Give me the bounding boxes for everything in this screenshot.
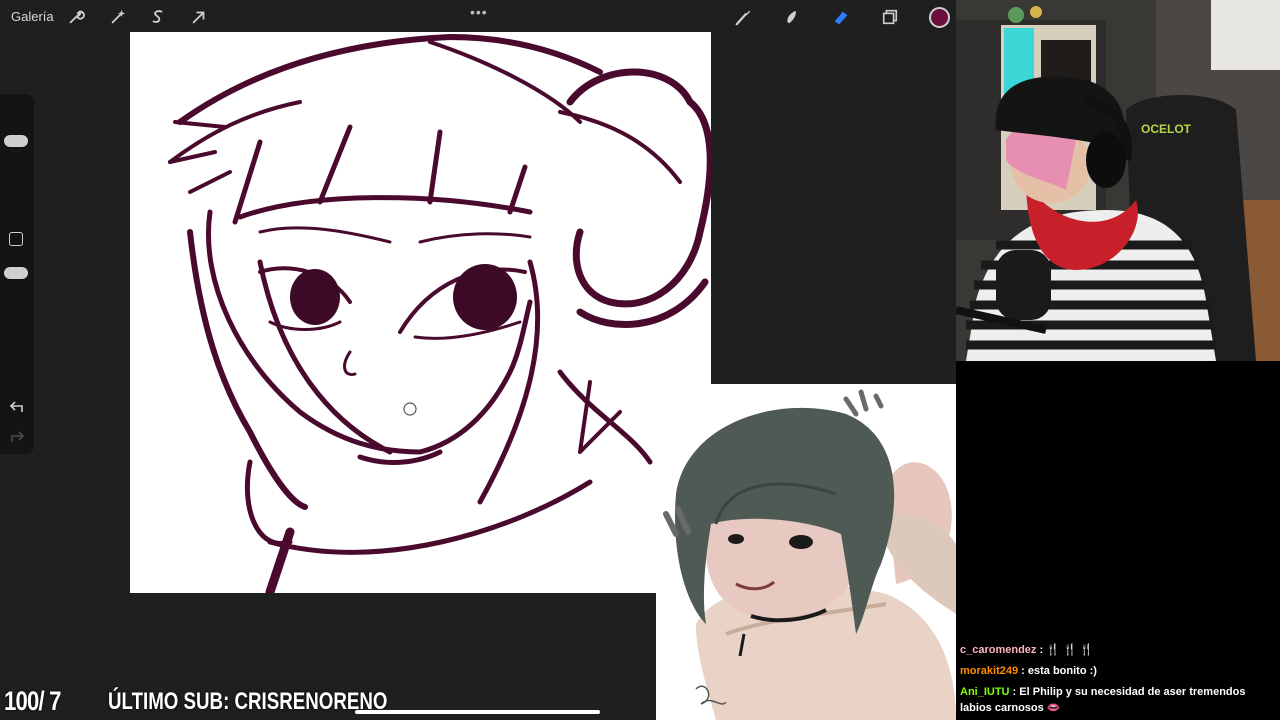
opacity-slider[interactable] xyxy=(4,267,28,279)
more-options[interactable]: ••• xyxy=(470,4,488,20)
top-toolbar: Galería ••• xyxy=(0,0,956,34)
transform-arrow-icon[interactable] xyxy=(189,7,209,27)
sidebar xyxy=(0,94,34,454)
sub-goal-counter: 100/ 7 xyxy=(4,686,61,716)
layers-icon[interactable] xyxy=(880,7,900,27)
chat-username[interactable]: Ani_IUTU xyxy=(960,686,1010,698)
selection-icon[interactable] xyxy=(148,7,168,27)
reference-image xyxy=(656,384,956,720)
drawing-canvas[interactable] xyxy=(130,32,711,593)
chat-message: Ani_IUTU : El Philip y su necesidad de a… xyxy=(960,686,1246,714)
undo-icon[interactable] xyxy=(9,400,25,414)
wrench-icon[interactable] xyxy=(66,7,86,27)
last-subscriber-label: ÚLTIMO SUB: CRISRENORENO xyxy=(108,688,388,715)
chat-message: c_caromendez : 🍴 🍴 🍴 xyxy=(960,644,1094,656)
left-eye-iris xyxy=(290,269,340,325)
smudge-icon[interactable] xyxy=(782,7,802,27)
svg-text:OCELOT: OCELOT xyxy=(1141,122,1192,136)
chat-username[interactable]: morakit249 xyxy=(960,665,1018,677)
chat-text: esta bonito :) xyxy=(1027,665,1097,677)
magic-wand-icon[interactable] xyxy=(108,7,128,27)
sub-goal-progress-bar xyxy=(355,710,600,714)
sketch-drawing xyxy=(168,34,711,593)
modify-square-icon[interactable] xyxy=(9,232,23,246)
color-picker-button[interactable] xyxy=(929,7,950,28)
brush-size-slider[interactable] xyxy=(4,135,28,147)
brush-icon[interactable] xyxy=(733,7,753,27)
redo-icon[interactable] xyxy=(9,430,25,444)
procreate-app: Galería ••• 100/ 7 ÚLTIMO SUB: CRISRENOR… xyxy=(0,0,956,720)
right-eye-iris xyxy=(453,264,517,330)
chat-username[interactable]: c_caromendez xyxy=(960,644,1036,656)
brush-cursor xyxy=(403,402,417,416)
webcam-feed: OCELOT xyxy=(956,0,1280,361)
chat-text: 🍴 🍴 🍴 xyxy=(1046,644,1094,656)
stream-chat: c_caromendez : 🍴 🍴 🍴 morakit249 : esta b… xyxy=(956,361,1280,720)
eraser-icon[interactable] xyxy=(831,7,851,27)
chat-message: morakit249 : esta bonito :) xyxy=(960,665,1097,677)
gallery-button[interactable]: Galería xyxy=(11,9,54,24)
